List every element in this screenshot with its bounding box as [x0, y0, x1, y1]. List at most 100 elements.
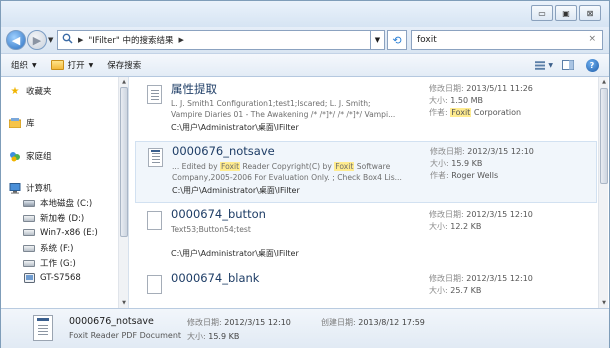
list-item[interactable]: 0000674_button Text53;Button54;test C:\用… [135, 205, 597, 267]
details-file-name: 0000676_notsave [69, 316, 154, 327]
list-item-selected[interactable]: 0000676_notsave ... Edited by Foxit Read… [135, 141, 597, 203]
modified-date: 2013/5/11 11:26 [466, 84, 533, 93]
help-button[interactable]: ? [583, 57, 601, 73]
result-metadata: 修改日期: 2012/3/15 12:10 大小: 25.7 KB [429, 274, 533, 295]
sidebar-scrollbar[interactable]: ▲ ▼ [118, 77, 128, 308]
recent-pages-dropdown[interactable]: ▼ [48, 36, 53, 44]
phone-device-icon [23, 272, 35, 283]
sidebar-item-homegroup[interactable]: 家庭组 [9, 150, 52, 162]
sidebar-item-label: 收藏夹 [26, 87, 52, 97]
results-scrollbar-thumb[interactable] [600, 88, 608, 184]
chevron-down-icon: ▼ [88, 61, 94, 69]
organize-menu[interactable]: 组织 ▼ [11, 59, 37, 71]
modified-date: 2012/3/15 12:10 [467, 147, 534, 156]
scroll-up-icon[interactable]: ▲ [120, 78, 128, 86]
breadcrumb-separator-icon[interactable]: ▶ [78, 36, 83, 44]
preview-pane-icon [562, 60, 574, 70]
command-bar: 组织 ▼ 打开 ▼ 保存搜索 ▼ ? [1, 53, 609, 77]
search-results-list: 属性提取 L. J. Smith1 Configuration1;test1;I… [129, 77, 609, 308]
preview-pane-button[interactable] [559, 57, 577, 73]
organize-label: 组织 [11, 61, 29, 71]
open-menu[interactable]: 打开 ▼ [50, 59, 94, 71]
author: Roger Wells [451, 171, 499, 180]
file-size: 12.2 KB [450, 222, 482, 231]
sidebar-item-favorites[interactable]: ★ 收藏夹 [9, 85, 52, 98]
result-metadata: 修改日期: 2012/3/15 12:10 大小: 12.2 KB [429, 210, 533, 231]
sidebar-item-drive[interactable]: 本地磁盘 (C:) [23, 197, 92, 209]
sidebar-item-label: 系统 (F:) [40, 244, 74, 254]
drive-icon [23, 227, 35, 238]
sidebar-item-label: 计算机 [26, 184, 52, 194]
file-size: 15.9 KB [451, 159, 483, 168]
library-icon [9, 118, 21, 129]
file-size: 25.7 KB [450, 286, 482, 295]
sidebar-item-device[interactable]: GT-S7568 [23, 272, 81, 283]
homegroup-icon [9, 151, 21, 162]
document-icon [147, 275, 162, 294]
drive-icon [23, 258, 35, 269]
sidebar-item-drive[interactable]: 新加卷 (D:) [23, 212, 84, 224]
sidebar-item-drive[interactable]: Win7-x86 (E:) [23, 227, 98, 238]
maximize-button[interactable]: ▣ [555, 5, 577, 21]
result-path: C:\用户\Administrator\桌面\IFilter [172, 186, 300, 195]
open-label: 打开 [67, 61, 85, 71]
pdf-document-icon [148, 148, 163, 167]
breadcrumb-search-results[interactable]: "IFilter" 中的搜索结果 [88, 34, 173, 46]
sidebar-item-library[interactable]: 库 [9, 117, 35, 129]
title-bar: ▭ ▣ ⊠ [1, 1, 609, 27]
result-path: C:\用户\Administrator\桌面\IFilter [171, 249, 299, 258]
system-drive-icon [23, 198, 35, 209]
results-scrollbar[interactable]: ▲ ▼ [598, 77, 608, 308]
close-button[interactable]: ⊠ [579, 5, 601, 21]
scroll-down-icon[interactable]: ▼ [120, 299, 128, 307]
explorer-window: ▭ ▣ ⊠ ◀ ▶ ▼ ▶ "IFilter" 中的搜索结果 ▶ ▼ ⟲ fox… [0, 0, 610, 348]
sidebar-item-drive[interactable]: 系统 (F:) [23, 242, 73, 254]
star-icon: ★ [10, 85, 20, 97]
breadcrumb-separator-icon[interactable]: ▶ [178, 36, 183, 44]
refresh-icon: ⟲ [392, 33, 402, 47]
refresh-button[interactable]: ⟲ [387, 30, 407, 50]
result-title: 0000674_button [171, 207, 266, 221]
change-view-button[interactable]: ▼ [535, 57, 553, 73]
clear-search-icon[interactable]: × [588, 34, 596, 44]
sidebar-item-label: GT-S7568 [40, 272, 81, 283]
view-controls: ▼ ? [529, 57, 601, 73]
details-file-type: Foxit Reader PDF Document [69, 331, 182, 340]
search-input[interactable]: foxit × [411, 30, 603, 50]
result-metadata: 修改日期: 2012/3/15 12:10 大小: 15.9 KB 作者: Ro… [430, 147, 534, 180]
result-snippet: ... Edited by Foxit Reader Copyright(C) … [172, 162, 402, 182]
result-title: 0000676_notsave [172, 144, 275, 158]
document-icon [147, 211, 162, 230]
result-snippet: L. J. Smith1 Configuration1;test1;Iscare… [171, 99, 396, 119]
sidebar-item-label: 家庭组 [26, 152, 52, 162]
minimize-button[interactable]: ▭ [531, 5, 553, 21]
drive-icon [23, 243, 35, 254]
save-search-button[interactable]: 保存搜索 [107, 59, 141, 71]
address-bar[interactable]: ▶ "IFilter" 中的搜索结果 ▶ [57, 30, 371, 50]
list-item[interactable]: 属性提取 L. J. Smith1 Configuration1;test1;I… [135, 79, 597, 141]
scroll-down-icon[interactable]: ▼ [600, 299, 608, 307]
pdf-document-icon [33, 315, 53, 341]
details-pane: 0000676_notsave Foxit Reader PDF Documen… [1, 308, 609, 348]
chevron-down-icon: ▼ [32, 61, 37, 69]
search-location-icon [62, 33, 73, 47]
author-highlight: Foxit [450, 108, 472, 117]
scroll-up-icon[interactable]: ▲ [600, 78, 608, 86]
back-arrow-icon: ◀ [11, 33, 21, 47]
modified-date: 2012/3/15 12:10 [466, 210, 533, 219]
sidebar-scrollbar-thumb[interactable] [120, 87, 128, 237]
sidebar-item-label: 新加卷 (D:) [40, 214, 85, 224]
modified-date: 2012/3/15 12:10 [466, 274, 533, 283]
sidebar-item-computer[interactable]: 计算机 [9, 182, 52, 194]
search-query[interactable]: foxit [417, 35, 437, 45]
forward-arrow-icon: ▶ [32, 33, 42, 47]
chevron-down-icon: ▼ [548, 61, 553, 69]
back-button[interactable]: ◀ [6, 30, 26, 50]
sidebar-item-drive[interactable]: 工作 (G:) [23, 257, 76, 269]
forward-button[interactable]: ▶ [27, 30, 47, 50]
address-history-dropdown[interactable]: ▼ [371, 30, 385, 50]
list-item[interactable]: 0000674_blank 修改日期: 2012/3/15 12:10 大小: … [135, 269, 597, 308]
window-controls: ▭ ▣ ⊠ [529, 5, 601, 21]
result-title: 属性提取 [171, 82, 217, 96]
sidebar-item-label: Win7-x86 (E:) [40, 227, 98, 238]
